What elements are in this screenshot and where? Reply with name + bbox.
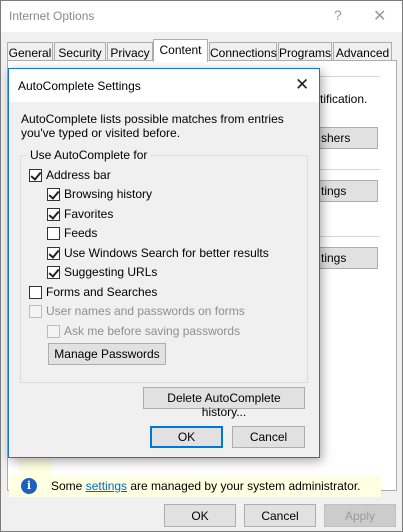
browsing-history-label: Browsing history	[64, 187, 153, 201]
tab-privacy[interactable]: Privacy	[107, 42, 153, 61]
tab-advanced[interactable]: Advanced	[333, 42, 392, 61]
dialog-cancel-button[interactable]: Cancel	[232, 426, 305, 448]
browsing-history-checkbox[interactable]: Browsing history	[47, 186, 152, 202]
section-divider	[320, 169, 380, 170]
admin-notice: Some settings are managed by your system…	[51, 479, 360, 493]
tab-content[interactable]: Content	[153, 39, 208, 62]
checkbox-unchecked-icon[interactable]	[29, 304, 42, 318]
checkbox-unchecked-icon[interactable]	[47, 226, 60, 240]
checkbox-unchecked-icon[interactable]	[29, 285, 42, 299]
ok-button[interactable]: OK	[164, 504, 236, 527]
window-title: Internet Options	[9, 9, 95, 23]
favorites-checkbox[interactable]: Favorites	[47, 206, 113, 222]
checkbox-checked-icon[interactable]	[47, 265, 60, 279]
help-icon[interactable]: ?	[334, 7, 342, 23]
admin-notice-suffix: are managed by your system administrator…	[127, 479, 361, 493]
window-titlebar: Internet Options ? ✕	[1, 1, 402, 32]
dialog-title: AutoComplete Settings	[18, 79, 141, 93]
feeds-label: Feeds	[64, 226, 98, 240]
usernames-passwords-label: User names and passwords on forms	[46, 304, 245, 318]
dialog-description: AutoComplete lists possible matches from…	[21, 112, 284, 140]
group-label: Use AutoComplete for	[27, 148, 151, 162]
dialog-titlebar: AutoComplete Settings ✕	[9, 69, 319, 102]
section-divider	[320, 76, 380, 77]
tab-programs[interactable]: Programs	[278, 42, 332, 61]
forms-searches-checkbox[interactable]: Forms and Searches	[29, 284, 157, 300]
dialog-ok-button[interactable]: OK	[150, 426, 223, 448]
ask-before-saving-checkbox[interactable]: Ask me before saving passwords	[47, 323, 240, 339]
address-bar-label: Address bar	[46, 168, 111, 182]
settings-link[interactable]: settings	[86, 479, 127, 493]
section-divider	[320, 236, 380, 237]
info-icon: i	[21, 478, 37, 494]
manage-passwords-button[interactable]: Manage Passwords	[48, 343, 166, 365]
apply-button[interactable]: Apply	[324, 504, 396, 527]
feeds-checkbox[interactable]: Feeds	[47, 225, 97, 241]
checkbox-checked-icon[interactable]	[47, 187, 60, 201]
admin-notice-prefix: Some	[51, 479, 86, 493]
certificates-text-partial: tification.	[320, 92, 368, 106]
ask-before-saving-label: Ask me before saving passwords	[64, 324, 241, 338]
close-icon[interactable]: ✕	[373, 6, 386, 26]
suggesting-urls-checkbox[interactable]: Suggesting URLs	[47, 264, 157, 280]
suggesting-urls-label: Suggesting URLs	[64, 265, 158, 279]
favorites-label: Favorites	[64, 207, 114, 221]
checkbox-unchecked-icon[interactable]	[47, 324, 60, 338]
checkbox-checked-icon[interactable]	[47, 207, 60, 221]
tab-security[interactable]: Security	[54, 42, 106, 61]
tab-connections[interactable]: Connections	[209, 42, 277, 61]
autocomplete-settings-dialog: AutoComplete Settings ✕ AutoComplete lis…	[8, 68, 320, 458]
usernames-passwords-checkbox[interactable]: User names and passwords on forms	[29, 303, 245, 319]
info-highlight	[19, 459, 51, 475]
close-icon[interactable]: ✕	[295, 75, 309, 95]
tab-general[interactable]: General	[7, 42, 53, 61]
windows-search-label: Use Windows Search for better results	[64, 246, 269, 260]
checkbox-checked-icon[interactable]	[47, 246, 60, 260]
checkbox-checked-icon[interactable]	[29, 168, 42, 182]
delete-autocomplete-history-button[interactable]: Delete AutoComplete history...	[143, 387, 305, 419]
forms-searches-label: Forms and Searches	[46, 285, 158, 299]
windows-search-checkbox[interactable]: Use Windows Search for better results	[47, 245, 269, 261]
cancel-button[interactable]: Cancel	[244, 504, 316, 527]
address-bar-checkbox[interactable]: Address bar	[29, 167, 111, 183]
